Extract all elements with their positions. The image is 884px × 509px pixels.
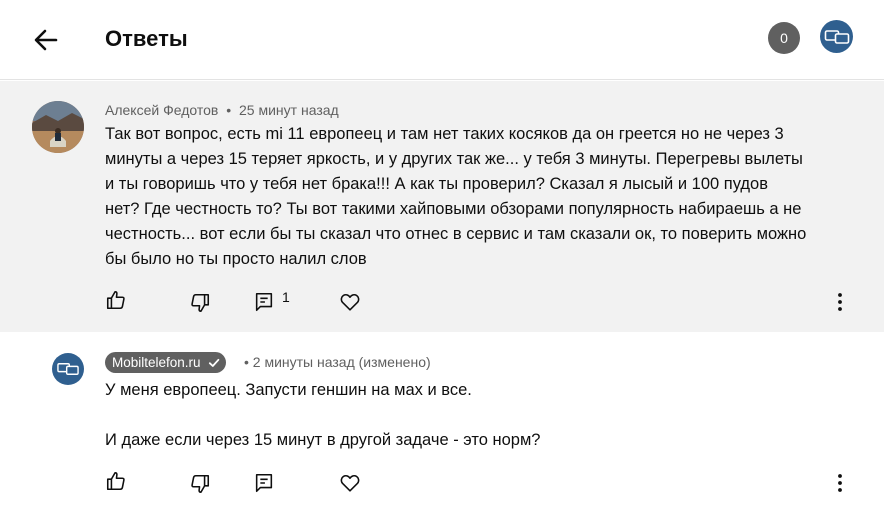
reply-actions	[0, 469, 884, 499]
verified-author-chip[interactable]: Mobiltelefon.ru	[105, 352, 226, 373]
channel-avatar-icon	[57, 363, 79, 375]
comment-meta: Алексей Федотов • 25 минут назад	[105, 102, 339, 118]
top-bar: Ответы 0	[0, 0, 884, 80]
reply-line: У меня европеец. Запусти геншин на мах и…	[105, 381, 472, 399]
reply-author: Mobiltelefon.ru	[112, 355, 201, 370]
reply-meta: • 2 минуты назад (изменено)	[244, 354, 431, 370]
reply-count: 1	[282, 289, 290, 305]
thumbs-up-icon	[106, 471, 125, 491]
comment-time[interactable]: 25 минут назад	[239, 102, 339, 118]
comment-main: Алексей Федотов • 25 минут назад Так вот…	[0, 81, 884, 332]
comment-text: Так вот вопрос, есть mi 11 европеец и та…	[105, 122, 840, 272]
reply-line: И даже если через 15 минут в другой зада…	[105, 431, 541, 449]
reply-text: У меня европеец. Запусти геншин на мах и…	[105, 378, 540, 453]
comment-line: бы было но ты просто налил слов	[105, 250, 367, 268]
comment-line: нет? Где честность то? Ты вот такими хай…	[105, 200, 802, 218]
count-badge[interactable]: 0	[768, 22, 800, 54]
thumbs-up-icon	[106, 290, 125, 310]
channel-avatar-button[interactable]	[820, 20, 853, 53]
user-photo-icon	[32, 101, 84, 153]
thumbs-down-icon	[191, 293, 210, 313]
more-vertical-icon	[838, 474, 842, 492]
comment-line: честность... вот если бы ты сказал что о…	[105, 225, 807, 243]
more-options-button[interactable]	[828, 290, 852, 314]
like-button[interactable]	[104, 288, 128, 312]
channel-avatar-icon	[824, 29, 849, 44]
arrow-left-icon	[34, 29, 58, 51]
reply-button[interactable]	[252, 290, 276, 314]
reply-spacer	[105, 403, 540, 428]
more-options-button[interactable]	[828, 471, 852, 495]
comment-icon	[255, 473, 273, 493]
comment-actions: 1	[0, 288, 884, 318]
comment-line: минуты а через 15 теряет яркость, и у др…	[105, 150, 803, 168]
verified-check-icon	[206, 355, 222, 371]
comment-line: Так вот вопрос, есть mi 11 европеец и та…	[105, 125, 784, 143]
heart-icon	[340, 293, 360, 311]
dislike-button[interactable]	[188, 291, 212, 315]
comment-reply: Mobiltelefon.ru • 2 минуты назад (измене…	[0, 332, 884, 509]
heart-button[interactable]	[338, 290, 362, 314]
dislike-button[interactable]	[188, 472, 212, 496]
comment-author[interactable]: Алексей Федотов	[105, 102, 218, 118]
heart-button[interactable]	[338, 471, 362, 495]
reply-button[interactable]	[252, 471, 276, 495]
meta-separator: •	[244, 354, 249, 370]
more-vertical-icon	[838, 293, 842, 311]
back-button[interactable]	[30, 24, 62, 56]
page-title: Ответы	[105, 26, 188, 51]
avatar[interactable]	[52, 353, 84, 385]
avatar[interactable]	[32, 101, 84, 153]
heart-icon	[340, 474, 360, 492]
comment-line: и ты говоришь что у тебя нет брака!!! А …	[105, 175, 768, 193]
thumbs-down-icon	[191, 474, 210, 494]
comment-icon	[255, 292, 273, 312]
like-button[interactable]	[104, 469, 128, 493]
meta-separator: •	[226, 102, 232, 118]
reply-time[interactable]: 2 минуты назад (изменено)	[253, 354, 431, 370]
